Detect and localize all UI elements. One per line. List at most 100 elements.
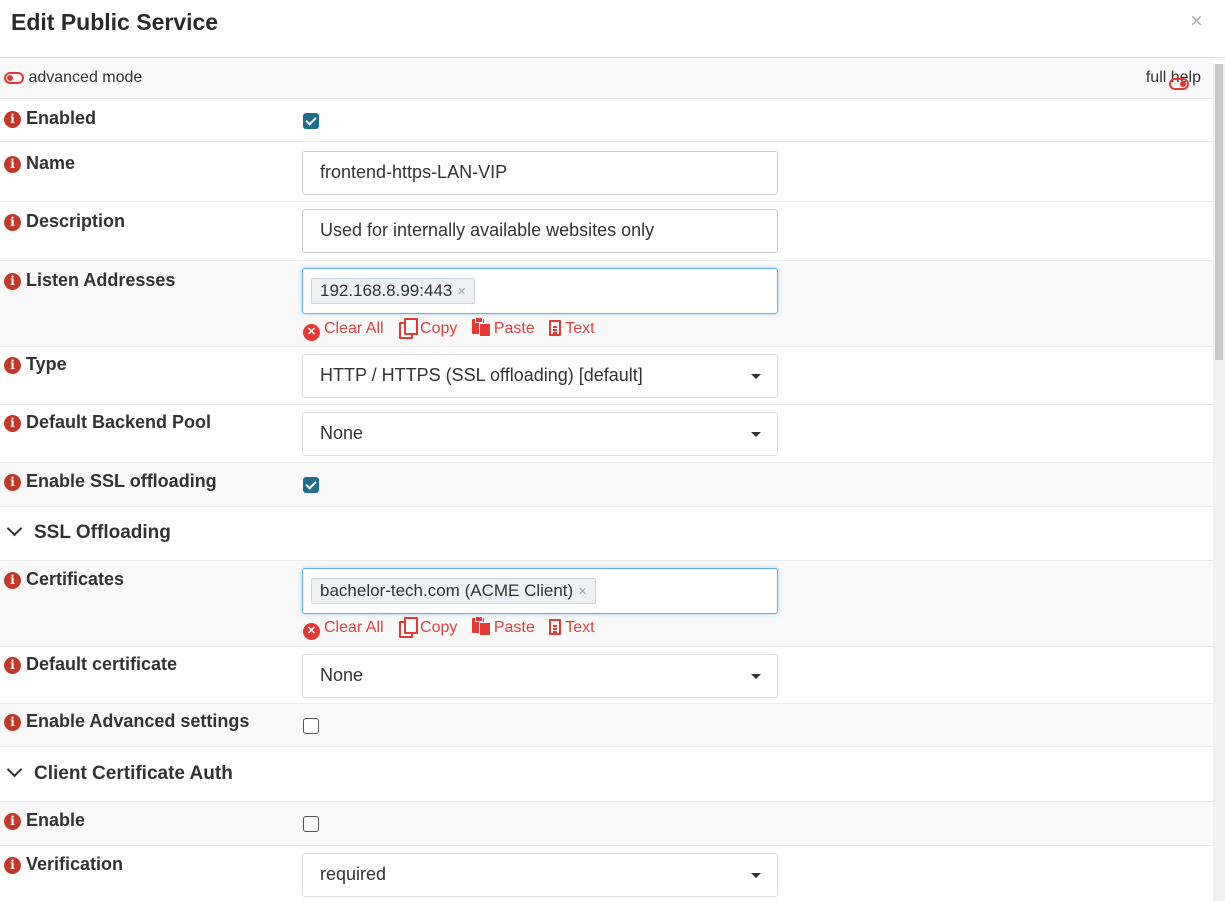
tag-text: 192.168.8.99:443 xyxy=(320,281,453,300)
row-verification: i Verification required xyxy=(0,846,1213,901)
advanced-settings-checkbox[interactable] xyxy=(303,718,319,734)
label-text: Enable SSL offloading xyxy=(26,471,217,491)
info-circle-icon[interactable]: i xyxy=(4,156,21,173)
chevron-down-icon[interactable] xyxy=(6,761,23,778)
caret-down-icon xyxy=(751,432,761,437)
tag-remove-icon[interactable]: × xyxy=(578,583,587,600)
tag-chip: bachelor-tech.com (ACME Client) × xyxy=(311,578,596,604)
dialog-header: Edit Public Service × xyxy=(0,0,1225,58)
label-text: Description xyxy=(26,211,126,231)
info-circle-icon[interactable]: i xyxy=(4,273,21,290)
clear-label: Clear All xyxy=(324,320,384,337)
ssl-offloading-checkbox[interactable] xyxy=(303,477,319,493)
advanced-mode-label: advanced mode xyxy=(28,69,143,86)
label-text: Enable Advanced settings xyxy=(26,711,250,731)
info-circle-icon[interactable]: i xyxy=(4,857,21,874)
cca-enable-checkbox[interactable] xyxy=(303,816,319,832)
row-listen-addresses: i Listen Addresses 192.168.8.99:443 × ✕ Cle… xyxy=(0,261,1213,347)
info-circle-icon[interactable]: i xyxy=(4,813,21,830)
label-text: Enable xyxy=(26,810,86,830)
clear-all-button[interactable]: ✕ Clear All xyxy=(303,320,384,341)
scrollbar-thumb[interactable] xyxy=(1215,64,1223,360)
info-circle-icon[interactable]: i xyxy=(4,714,21,731)
field-label: i Listen Addresses xyxy=(4,270,175,291)
label-text: Verification xyxy=(26,854,124,874)
field-label: i Certificates xyxy=(4,569,124,590)
field-label: i Enable SSL offloading xyxy=(4,471,217,492)
certificates-input[interactable]: bachelor-tech.com (ACME Client) × xyxy=(302,568,778,614)
chevron-down-icon[interactable] xyxy=(6,520,23,537)
clear-all-button[interactable]: ✕ Clear All xyxy=(303,619,384,640)
type-select[interactable]: HTTP / HTTPS (SSL offloading) [default] xyxy=(302,354,778,398)
select-value: None xyxy=(320,665,364,685)
paste-button[interactable]: Paste xyxy=(471,616,535,637)
label-text: Certificates xyxy=(26,569,125,589)
caret-down-icon xyxy=(751,873,761,878)
paste-icon xyxy=(471,317,491,337)
row-ssl-offloading: i Enable SSL offloading xyxy=(0,463,1213,507)
select-value: None xyxy=(320,423,364,443)
name-input[interactable]: frontend-https-LAN-VIP xyxy=(302,151,778,195)
info-circle-icon[interactable]: i xyxy=(4,214,21,231)
backend-pool-select[interactable]: None xyxy=(302,412,778,456)
toggle-icon[interactable] xyxy=(4,72,24,84)
label-text: Listen Addresses xyxy=(26,270,176,290)
label-text: Default certificate xyxy=(26,654,178,674)
text-button[interactable]: Text xyxy=(549,320,595,338)
close-icon[interactable]: × xyxy=(1190,8,1203,34)
text-icon xyxy=(549,320,562,336)
verification-select[interactable]: required xyxy=(302,853,778,897)
select-value: HTTP / HTTPS (SSL offloading) [default] xyxy=(320,365,643,385)
copy-icon xyxy=(398,318,419,339)
label-text: Default Backend Pool xyxy=(26,412,212,432)
toggle-icon[interactable] xyxy=(1169,78,1189,90)
tag-text: bachelor-tech.com (ACME Client) xyxy=(320,581,574,600)
copy-label: Copy xyxy=(420,619,458,636)
caret-down-icon xyxy=(751,674,761,679)
paste-icon xyxy=(471,616,491,636)
field-label: i Enable xyxy=(4,810,85,831)
text-button[interactable]: Text xyxy=(549,619,595,637)
clear-icon: ✕ xyxy=(303,623,320,640)
listen-tools: ✕ Clear All Copy Paste Text xyxy=(303,317,605,341)
info-circle-icon[interactable]: i xyxy=(4,111,21,128)
dialog-title: Edit Public Service xyxy=(11,9,219,35)
text-label: Text xyxy=(565,320,595,337)
certificates-tools: ✕ Clear All Copy Paste Text xyxy=(303,616,605,640)
label-text: Name xyxy=(26,153,76,173)
tag-remove-icon[interactable]: × xyxy=(457,283,466,300)
listen-addresses-input[interactable]: 192.168.8.99:443 × xyxy=(302,268,778,314)
field-label: i Type xyxy=(4,354,67,375)
field-label: i Default certificate xyxy=(4,654,177,675)
description-input[interactable]: Used for internally available websites o… xyxy=(302,209,778,253)
paste-label: Paste xyxy=(493,619,535,636)
caret-down-icon xyxy=(751,374,761,379)
section-ssl-offloading[interactable]: SSL Offloading xyxy=(0,507,1213,561)
copy-icon xyxy=(398,617,419,638)
info-circle-icon[interactable]: i xyxy=(4,572,21,589)
info-circle-icon[interactable]: i xyxy=(4,415,21,432)
mode-bar: advanced mode full help xyxy=(0,60,1213,99)
section-client-cert-auth[interactable]: Client Certificate Auth xyxy=(0,747,1213,802)
clear-icon: ✕ xyxy=(303,324,320,341)
paste-button[interactable]: Paste xyxy=(471,317,535,338)
copy-button[interactable]: Copy xyxy=(398,318,457,339)
info-circle-icon[interactable]: i xyxy=(4,657,21,674)
row-enabled: i Enabled xyxy=(0,99,1213,142)
paste-label: Paste xyxy=(493,320,535,337)
info-circle-icon[interactable]: i xyxy=(4,357,21,374)
enabled-checkbox[interactable] xyxy=(303,113,319,129)
full-help-toggle[interactable]: full help xyxy=(1146,69,1201,90)
field-label: i Description xyxy=(4,211,125,232)
field-label: i Name xyxy=(4,153,75,174)
advanced-mode-toggle[interactable]: advanced mode xyxy=(4,69,142,87)
info-circle-icon[interactable]: i xyxy=(4,474,21,491)
select-value: required xyxy=(320,864,387,884)
copy-button[interactable]: Copy xyxy=(398,617,458,638)
field-label: i Enable Advanced settings xyxy=(4,711,249,732)
text-label: Text xyxy=(565,619,595,636)
row-default-certificate: i Default certificate None xyxy=(0,647,1213,704)
scrollbar[interactable] xyxy=(1213,64,1225,901)
default-certificate-select[interactable]: None xyxy=(302,654,778,698)
section-title: SSL Offloading xyxy=(34,522,171,543)
